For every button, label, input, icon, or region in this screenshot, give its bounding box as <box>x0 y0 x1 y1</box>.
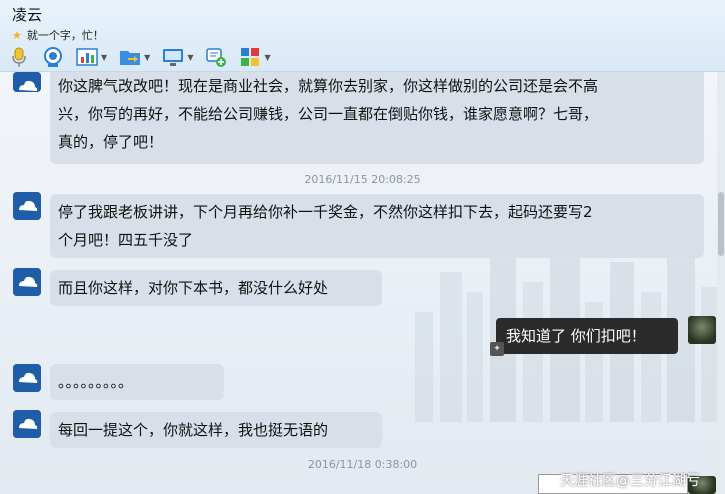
chevron-down-icon[interactable]: ▼ <box>264 53 270 62</box>
avatar[interactable] <box>13 410 41 438</box>
message-line: 真的，停了吧！ <box>58 133 164 151</box>
status-row: ★ 就一个字，忙！ <box>12 27 104 43</box>
cloud-avatar-icon <box>13 268 41 296</box>
chevron-down-icon[interactable]: ▼ <box>187 53 193 62</box>
status-text: 就一个字，忙！ <box>26 29 104 42</box>
scrollbar-thumb[interactable] <box>718 192 724 256</box>
message-line: 停了我跟老板讲讲，下个月再给你补一千奖金，不然你这样扣下去，起码还要写2 <box>58 203 593 221</box>
chart-button[interactable]: ▼ <box>76 46 107 68</box>
voice-button[interactable] <box>8 46 30 68</box>
avatar[interactable] <box>13 364 41 392</box>
message-bubble[interactable]: 停了我跟老板讲讲，下个月再给你补一千奖金，不然你这样扣下去，起码还要写2 个月吧… <box>50 194 704 258</box>
folder-transfer-icon <box>120 51 141 65</box>
chevron-down-icon[interactable]: ▼ <box>101 53 107 62</box>
watermark: 天涯社区@三分江湖亏 <box>560 473 700 489</box>
chevron-down-icon[interactable]: ▼ <box>144 53 150 62</box>
file-transfer-button[interactable]: ▼ <box>119 46 150 68</box>
microphone-icon <box>12 47 26 67</box>
avatar[interactable] <box>13 72 41 92</box>
remote-button[interactable]: ▼ <box>162 46 193 68</box>
message-line: 你这脾气改改吧！现在是商业社会，就算你去别家，你这样做别的公司还是会不高 <box>58 77 599 95</box>
chat-header: 凌云 ★ 就一个字，忙！ ▼ ▼ ▼ ▼ <box>0 0 725 72</box>
message-line: 而且你这样，对你下本书，都没什么好处 <box>58 279 329 297</box>
message-bubble[interactable]: 你这脾气改改吧！现在是商业社会，就算你去别家，你这样做别的公司还是会不高 兴，你… <box>50 72 704 164</box>
message-line: 。。。。。。。。。 <box>58 373 134 391</box>
avatar[interactable] <box>13 268 41 296</box>
chart-icon <box>76 48 98 66</box>
message-line: 兴，你写的再好，不能给公司赚钱，公司一直都在倒贴你钱，谁家愿意啊？七哥， <box>58 105 599 123</box>
avatar[interactable] <box>13 192 41 220</box>
badge-icon: ✦ <box>490 342 504 356</box>
cloud-avatar-icon <box>13 410 41 438</box>
message-line: 个月吧！四五千没了 <box>58 231 194 249</box>
cloud-avatar-icon <box>13 72 41 92</box>
toolbar: ▼ ▼ ▼ ▼ <box>8 46 283 68</box>
message-bubble[interactable]: 而且你这样，对你下本书，都没什么好处 <box>50 270 382 306</box>
message-bubble[interactable]: 每回一提这个，你就这样，我也挺无语的 <box>50 412 382 448</box>
add-message-icon <box>206 48 227 67</box>
cloud-avatar-icon <box>13 192 41 220</box>
scrollbar[interactable] <box>717 72 725 494</box>
contact-name[interactable]: 凌云 <box>12 4 42 25</box>
remote-desktop-icon <box>163 49 184 66</box>
new-message-button[interactable] <box>205 46 227 68</box>
webcam-icon <box>44 47 62 67</box>
apps-icon <box>241 48 260 66</box>
video-button[interactable] <box>42 46 64 68</box>
self-message-bubble[interactable]: 我知道了 你们扣吧！ <box>496 318 678 354</box>
message-line: 每回一提这个，你就这样，我也挺无语的 <box>58 421 329 439</box>
cloud-avatar-icon <box>13 364 41 392</box>
star-icon: ★ <box>12 28 22 42</box>
apps-button[interactable]: ▼ <box>239 46 271 68</box>
message-bubble[interactable]: 。。。。。。。。。 <box>50 364 224 400</box>
self-avatar[interactable] <box>688 316 716 344</box>
timestamp: 2016/11/15 20:08:25 <box>304 173 421 186</box>
